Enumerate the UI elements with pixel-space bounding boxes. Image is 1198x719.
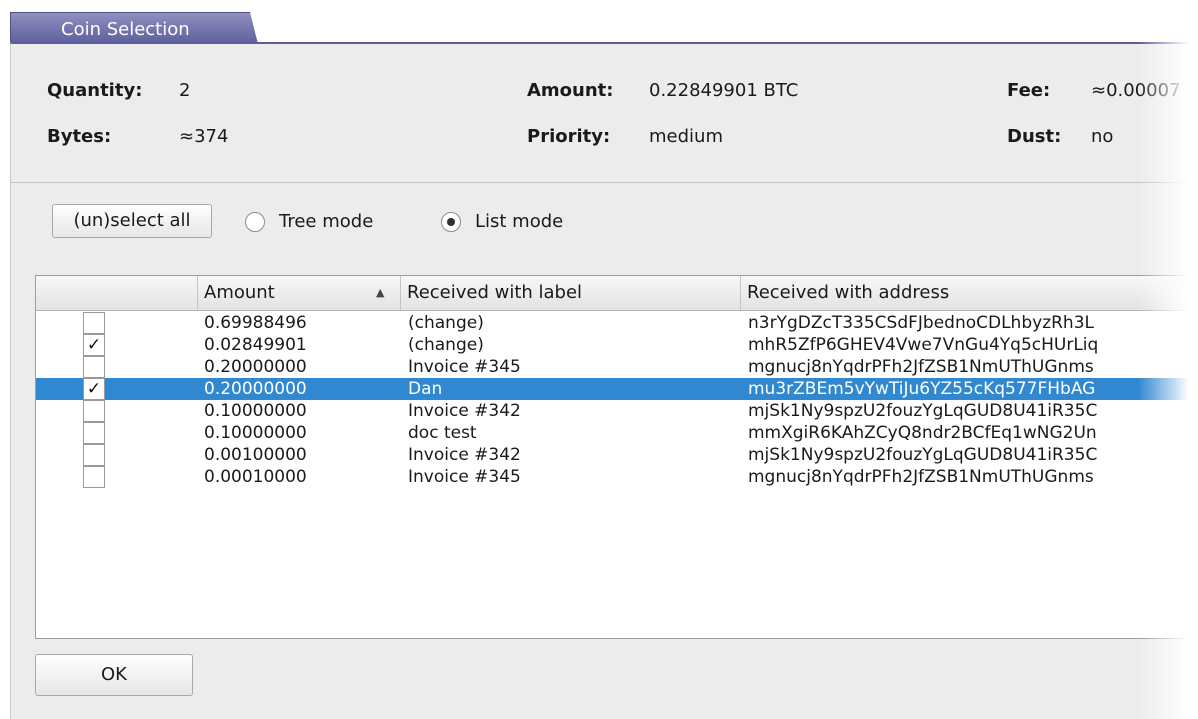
row-amount: 0.00010000	[204, 467, 307, 487]
row-label: doc test	[408, 423, 477, 443]
row-amount: 0.20000000	[204, 379, 307, 399]
row-label: Invoice #345	[408, 357, 521, 377]
table-row[interactable]: 0.69988496 (change) n3rYgDZcT335CSdFJbedno…	[36, 312, 1188, 334]
table-header: Amount ▲ Received with label Received wi…	[36, 276, 1188, 311]
amount-label: Amount:	[527, 80, 614, 101]
row-label: (change)	[408, 313, 484, 333]
list-mode-label: List mode	[475, 211, 564, 232]
window-title-tab: Coin Selection	[10, 12, 258, 44]
sort-ascending-icon: ▲	[376, 286, 385, 299]
radio-indicator[interactable]	[245, 211, 265, 232]
row-address: mmXgiR6KAhZCyQ8ndr2BCfEq1wNG2Un	[748, 423, 1097, 443]
row-label: Invoice #345	[408, 467, 521, 487]
table-row[interactable]: 0.20000000 Invoice #345 mgnucj8nYqdrPFh2Jf…	[36, 356, 1188, 378]
row-checkbox[interactable]	[83, 444, 105, 466]
ok-button[interactable]: OK	[35, 654, 193, 696]
row-label: Invoice #342	[408, 401, 521, 421]
row-checkbox[interactable]: ✓	[83, 378, 105, 400]
row-address: mgnucj8nYqdrPFh2JfZSB1NmUThUGnms	[748, 357, 1094, 377]
quantity-value: 2	[179, 80, 191, 101]
select-all-button[interactable]: (un)select all	[52, 204, 212, 238]
column-header-address[interactable]: Received with address	[741, 276, 1188, 310]
column-header-amount[interactable]: Amount ▲	[198, 276, 401, 310]
table-row[interactable]: 0.10000000 Invoice #342 mjSk1Ny9spzU2fouzY…	[36, 400, 1188, 422]
list-mode-radio[interactable]: List mode	[441, 211, 563, 232]
column-header-checkbox[interactable]	[36, 276, 198, 310]
row-amount: 0.02849901	[204, 335, 307, 355]
dust-label: Dust:	[1007, 126, 1062, 147]
row-amount: 0.69988496	[204, 313, 307, 333]
window-title: Coin Selection	[61, 19, 190, 40]
row-amount: 0.00100000	[204, 445, 307, 465]
tree-mode-label: Tree mode	[279, 211, 374, 232]
priority-value: medium	[649, 126, 723, 147]
row-address: mjSk1Ny9spzU2fouzYgLqGUD8U41iR35C	[748, 445, 1098, 465]
separator	[11, 182, 1188, 183]
fee-value: ≈0.00007	[1091, 80, 1181, 101]
row-address: mgnucj8nYqdrPFh2JfZSB1NmUThUGnms	[748, 467, 1094, 487]
fee-label: Fee:	[1007, 80, 1051, 101]
coin-selection-dialog: Quantity: 2 Amount: 0.22849901 BTC Fee: …	[10, 42, 1188, 719]
checkmark-icon: ✓	[86, 379, 102, 399]
row-amount: 0.20000000	[204, 357, 307, 377]
radio-indicator[interactable]	[441, 211, 461, 232]
row-checkbox[interactable]	[83, 356, 105, 378]
column-header-label[interactable]: Received with label	[401, 276, 741, 310]
priority-label: Priority:	[527, 126, 611, 147]
table-row[interactable]: ✓ 0.02849901 (change) mhR5ZfP6GHEV4Vwe7VnGu…	[36, 334, 1188, 356]
row-amount: 0.10000000	[204, 401, 307, 421]
row-checkbox[interactable]	[83, 422, 105, 444]
row-label: (change)	[408, 335, 484, 355]
dust-value: no	[1091, 126, 1114, 147]
table-row[interactable]: 0.10000000 doc test mmXgiR6KAhZCyQ8ndr2BCf…	[36, 422, 1188, 444]
table-row[interactable]: 0.00010000 Invoice #345 mgnucj8nYqdrPFh2Jf…	[36, 466, 1188, 488]
row-checkbox[interactable]	[83, 312, 105, 334]
row-checkbox[interactable]: ✓	[83, 334, 105, 356]
tree-mode-radio[interactable]: Tree mode	[245, 211, 373, 232]
column-header-amount-label: Amount	[204, 282, 275, 303]
table-row[interactable]: 0.00100000 Invoice #342 mjSk1Ny9spzU2fouzY…	[36, 444, 1188, 466]
row-label: Dan	[408, 379, 443, 399]
row-address: mhR5ZfP6GHEV4Vwe7VnGu4Yq5cHUrLiq	[748, 335, 1099, 355]
row-address: mjSk1Ny9spzU2fouzYgLqGUD8U41iR35C	[748, 401, 1098, 421]
row-checkbox[interactable]	[83, 400, 105, 422]
amount-value: 0.22849901 BTC	[649, 80, 799, 101]
bytes-label: Bytes:	[47, 126, 112, 147]
row-address: n3rYgDZcT335CSdFJbednoCDLhbyzRh3L	[748, 313, 1094, 333]
row-label: Invoice #342	[408, 445, 521, 465]
checkmark-icon: ✓	[86, 335, 102, 355]
row-address: mu3rZBEm5vYwTiJu6YZ55cKq577FHbAG	[748, 379, 1096, 399]
row-amount: 0.10000000	[204, 423, 307, 443]
bytes-value: ≈374	[179, 126, 229, 147]
quantity-label: Quantity:	[47, 80, 143, 101]
row-checkbox[interactable]	[83, 466, 105, 488]
coins-table: Amount ▲ Received with label Received wi…	[35, 275, 1188, 639]
table-row[interactable]: ✓ 0.20000000 Dan mu3rZBEm5vYwTiJu6YZ55cKq57…	[36, 378, 1188, 400]
